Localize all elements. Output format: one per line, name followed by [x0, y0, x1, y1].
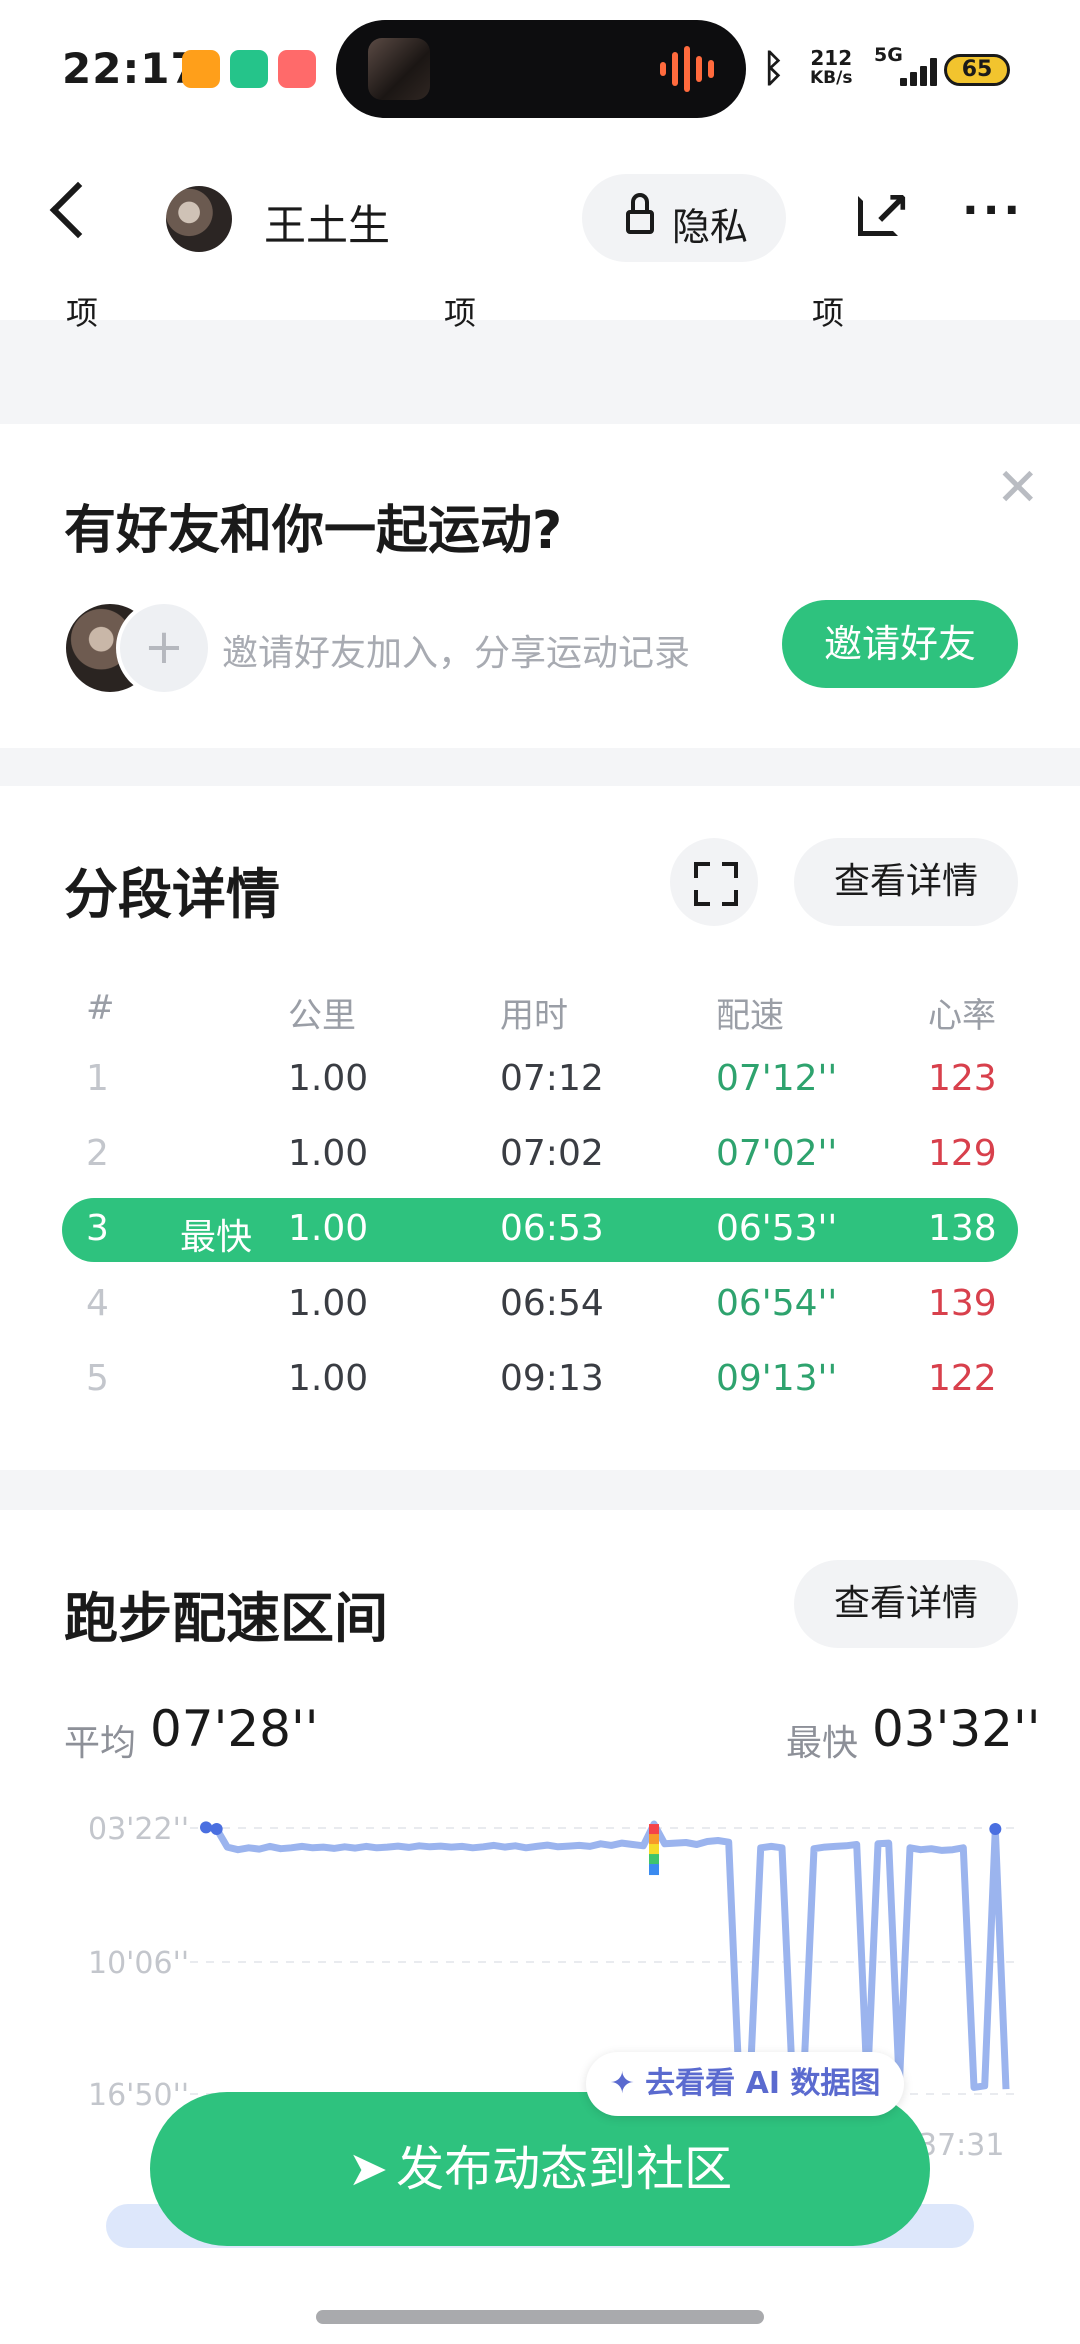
media-artwork-icon [368, 38, 430, 100]
app-notification-icon [182, 50, 220, 88]
avg-pace-label: 平均 [64, 1723, 137, 1764]
split-index: 5 [86, 1358, 109, 1399]
ai-chart-button[interactable]: ✦ 去看看 AI 数据图 [586, 2052, 904, 2116]
network-speed: 212 KB/s [810, 48, 852, 88]
split-km: 1.00 [288, 1283, 369, 1324]
split-pace: 07'02'' [716, 1133, 838, 1174]
fastest-pace-label: 最快 [786, 1723, 859, 1764]
app-notification-icon [278, 50, 316, 88]
split-heart-rate: 139 [928, 1283, 997, 1324]
friend-card [0, 424, 1080, 748]
signal-bar [930, 58, 937, 86]
split-heart-rate: 129 [928, 1133, 997, 1174]
friend-card-title: 有好友和你一起运动? [64, 501, 563, 561]
audio-wave-bar [672, 52, 678, 86]
more-icon[interactable]: ··· [962, 189, 1024, 233]
x-end-label: 37:31 [918, 2128, 1005, 2163]
fastest-peak-marker [649, 1844, 659, 1856]
fastest-peak-marker [649, 1854, 659, 1866]
audio-wave-bar [696, 56, 702, 82]
column-header-km: 公里 [288, 996, 356, 1036]
fastest-pace-value: 03'32'' [872, 1700, 1041, 1758]
split-time: 07:12 [500, 1058, 604, 1099]
split-time: 06:54 [500, 1283, 604, 1324]
username[interactable]: 王土生 [264, 192, 390, 253]
split-time: 09:13 [500, 1358, 604, 1399]
split-index: 4 [86, 1283, 109, 1324]
split-heart-rate: 123 [928, 1058, 997, 1099]
fullscreen-icon-corner [694, 890, 710, 906]
split-pace: 06'54'' [716, 1283, 838, 1324]
app-notification-icon [230, 50, 268, 88]
lock-icon-body [626, 210, 654, 234]
split-view-details-button[interactable]: 查看详情 [794, 838, 1018, 926]
pace-zone-title: 跑步配速区间 [64, 1587, 388, 1650]
pace-view-details-button[interactable]: 查看详情 [794, 1560, 1018, 1648]
signal-bar [910, 72, 917, 86]
pace-point [989, 1822, 1002, 1835]
fullscreen-icon [694, 862, 710, 878]
column-header-time: 用时 [500, 996, 568, 1036]
add-friend-icon[interactable]: + [116, 600, 212, 696]
audio-wave-bar [684, 46, 690, 92]
fullscreen-icon-corner [722, 890, 738, 906]
avatar[interactable] [166, 186, 232, 252]
fullscreen-button[interactable] [670, 838, 758, 926]
fastest-peak-marker [649, 1824, 659, 1836]
audio-wave-bar [708, 60, 714, 78]
split-km: 1.00 [288, 1358, 369, 1399]
stat-tail-2: 项 [444, 294, 477, 332]
pace-chart[interactable] [0, 1800, 1080, 2120]
split-km: 1.00 [288, 1208, 369, 1249]
send-icon: ➤ [347, 2141, 389, 2197]
sparkle-icon: ✦ [609, 2066, 646, 2101]
home-indicator[interactable] [316, 2310, 764, 2324]
split-km: 1.00 [288, 1133, 369, 1174]
split-time: 07:02 [500, 1133, 604, 1174]
publish-label: 发布动态到社区 [396, 2141, 733, 2197]
privacy-label: 隐私 [672, 205, 749, 249]
split-index: 1 [86, 1058, 109, 1099]
top-nav [0, 140, 1080, 320]
split-pace: 06'53'' [716, 1208, 838, 1249]
invite-friend-button[interactable]: 邀请好友 [782, 600, 1018, 688]
split-pace: 09'13'' [716, 1358, 838, 1399]
avg-pace-value: 07'28'' [150, 1700, 319, 1758]
invite-hint: 邀请好友加入，分享运动记录 [222, 633, 691, 674]
split-km: 1.00 [288, 1058, 369, 1099]
split-time: 06:53 [500, 1208, 604, 1249]
close-icon[interactable]: ✕ [996, 462, 1040, 514]
split-pace: 07'12'' [716, 1058, 838, 1099]
column-header-heart-rate: 心率 [928, 996, 996, 1036]
column-header-pace: 配速 [716, 996, 784, 1036]
pace-point [200, 1821, 212, 1834]
split-index: 2 [86, 1133, 109, 1174]
net-speed-unit: KB/s [810, 68, 853, 88]
pace-series-line [205, 1820, 1010, 2091]
fullscreen-icon-corner [722, 862, 738, 878]
split-details-title: 分段详情 [64, 863, 280, 926]
battery-icon: 65 [944, 54, 1010, 86]
stat-tail-3: 项 [812, 294, 845, 332]
bluetooth-icon: ᛒ [762, 46, 785, 90]
fastest-peak-marker [649, 1834, 659, 1846]
pace-point [210, 1822, 223, 1835]
ai-chip-label: 去看看 AI 数据图 [645, 2066, 881, 2101]
fastest-peak-marker [649, 1864, 659, 1876]
fastest-tag: 最快 [180, 1217, 253, 1258]
signal-bar [920, 66, 927, 86]
audio-wave-icon [660, 62, 666, 76]
network-type: 5G [874, 44, 903, 66]
status-time: 22:17 [62, 44, 201, 93]
share-arrow-icon: ↗ [872, 182, 911, 236]
signal-icon [900, 78, 907, 86]
split-index: 3 [86, 1208, 109, 1249]
stat-tail-1: 项 [66, 294, 99, 332]
split-heart-rate: 138 [928, 1208, 997, 1249]
column-header-index: # [86, 988, 115, 1028]
net-speed-value: 212 [810, 46, 853, 70]
split-heart-rate: 122 [928, 1358, 997, 1399]
